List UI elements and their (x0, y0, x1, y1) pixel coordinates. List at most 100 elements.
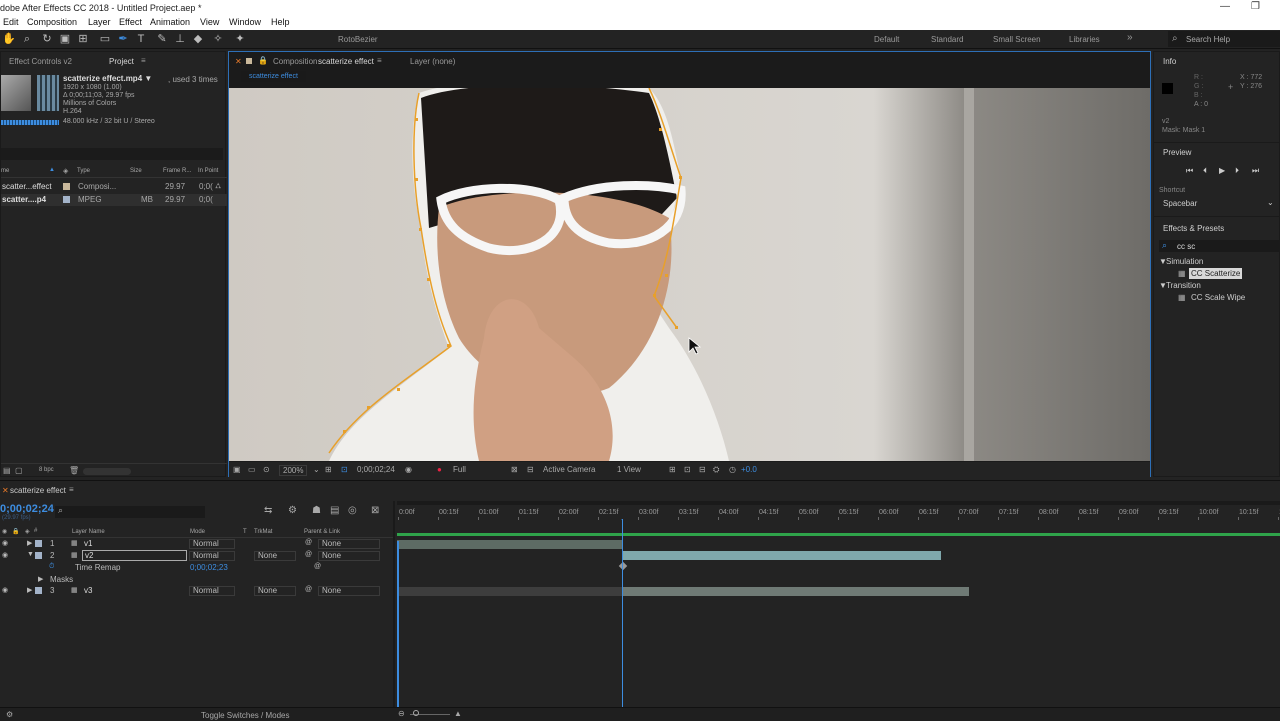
t-header[interactable]: T (243, 529, 247, 535)
pickwhip-icon[interactable]: @ (305, 539, 312, 546)
roto-brush-icon[interactable]: ✧ (211, 32, 225, 46)
safe-zones-icon[interactable]: ⊞ (325, 465, 332, 474)
transparency-grid-icon[interactable]: ⊟ (527, 465, 534, 474)
workspace-small-screen[interactable]: Small Screen (993, 35, 1041, 44)
expand-icon[interactable]: ▶ (38, 575, 43, 583)
column-type[interactable]: Type (77, 168, 90, 174)
clone-stamp-icon[interactable]: ⊥ (173, 32, 187, 46)
camera-icon[interactable]: ▣ (58, 32, 72, 46)
parent-dropdown[interactable]: None (318, 539, 380, 549)
frame-blending-icon[interactable]: ▤ (330, 505, 339, 516)
label-color[interactable] (35, 587, 42, 594)
asset-name[interactable]: scatterize effect.mp4 ▼ (63, 74, 152, 83)
mode-dropdown[interactable]: Normal (189, 551, 235, 561)
label-color[interactable] (63, 196, 70, 203)
3d-view-icon[interactable]: ⊡ (684, 465, 691, 474)
layer-name-header[interactable]: Layer Name (72, 529, 105, 535)
viewer-timecode[interactable]: 0;00;02;24 (357, 465, 395, 474)
region-icon[interactable]: ⊡ (341, 465, 348, 474)
menu-edit[interactable]: Edit (3, 17, 19, 27)
workspace-default[interactable]: Default (874, 35, 899, 44)
prev-frame-icon[interactable]: ⏴ (1203, 166, 1207, 176)
label-icon[interactable]: ◈ (25, 528, 30, 535)
trkmat-header[interactable]: TrkMat (254, 529, 272, 535)
parent-dropdown[interactable]: None (318, 551, 380, 561)
layer-name[interactable]: v2 (82, 550, 187, 561)
tab-layer[interactable]: Layer (none) (410, 57, 455, 66)
effect-cc-scale-wipe[interactable]: CC Scale Wipe (1191, 293, 1245, 302)
rectangle-icon[interactable]: ▭ (98, 32, 112, 46)
layer-bar-v1[interactable] (397, 540, 623, 549)
resolution-dropdown[interactable]: Full (453, 465, 466, 474)
shy-icon[interactable]: ☗ (312, 505, 321, 516)
project-row[interactable]: scatter....p4 MPEG MB 29.97 0;0( (1, 194, 227, 206)
workspace-more[interactable]: » (1127, 32, 1133, 43)
pickwhip-icon[interactable]: @ (305, 551, 312, 558)
views-dropdown[interactable]: 1 View (617, 465, 641, 474)
mode-dropdown[interactable]: Normal (189, 539, 235, 549)
layer-bar-v2[interactable] (623, 551, 941, 560)
lock-icon[interactable]: 🔒 (12, 528, 19, 535)
label-color[interactable] (63, 183, 70, 190)
current-time-indicator[interactable] (622, 519, 623, 707)
mode-dropdown[interactable]: Normal (189, 586, 235, 596)
interpret-footage-icon[interactable]: ▤ (3, 466, 11, 475)
workspace-standard[interactable]: Standard (931, 35, 963, 44)
next-frame-icon[interactable]: ⏵ (1235, 166, 1239, 176)
tab-effect-controls[interactable]: Effect Controls v2 (9, 57, 72, 66)
mask-visibility-icon[interactable]: ⊙ (263, 465, 270, 474)
menu-view[interactable]: View (200, 17, 219, 27)
new-folder-icon[interactable]: ▢ (15, 466, 23, 475)
layer-row[interactable]: ◉ ▼ 2 ▦ v2 Normal None @ None (0, 550, 393, 562)
expand-panes-icon[interactable]: ⚙ (6, 710, 13, 719)
effect-cc-scatterize[interactable]: CC Scatterize (1189, 268, 1243, 279)
toggle-switches-modes[interactable]: Toggle Switches / Modes (201, 711, 290, 720)
camera-dropdown[interactable]: Active Camera (543, 465, 595, 474)
zoom-in-icon[interactable]: ▲ (454, 709, 462, 718)
exposure-value[interactable]: +0.0 (741, 465, 757, 474)
rotate-icon[interactable]: ↻ (40, 32, 54, 46)
minimize-button[interactable]: — (1220, 1, 1230, 12)
menu-layer[interactable]: Layer (88, 17, 111, 27)
layer-row[interactable]: ◉ ▶ 3 ▦ v3 Normal None @ None (0, 585, 393, 597)
timeline-menu-icon[interactable]: ≡ (69, 485, 74, 494)
project-row[interactable]: scatter...effect Composi... 29.97 0;0( ⛼ (1, 181, 227, 193)
snapshot-icon[interactable]: ▣ (233, 465, 241, 474)
menu-animation[interactable]: Animation (150, 17, 190, 27)
layer-bar-v3[interactable] (623, 587, 969, 596)
current-timecode[interactable]: 0;00;02;24 (0, 503, 54, 515)
lock-icon[interactable]: 🔒 (258, 56, 268, 65)
workspace-libraries[interactable]: Libraries (1069, 35, 1100, 44)
sort-icon[interactable]: ▲ (49, 167, 55, 173)
viewer-menu-icon[interactable]: ≡ (377, 56, 382, 65)
render-icon[interactable]: ⊟ (699, 465, 706, 474)
time-remap-value[interactable]: 0;00;02;23 (190, 563, 228, 572)
draft-3d-icon[interactable]: ⚙ (288, 505, 297, 516)
timeline-search-input[interactable]: ⌕ (55, 505, 205, 518)
eye-icon[interactable]: ◉ (2, 528, 7, 535)
project-menu-icon[interactable]: ≡ (141, 56, 146, 65)
hand-icon[interactable]: ✋ (2, 32, 16, 46)
pickwhip-icon[interactable]: @ (305, 586, 312, 593)
effect-group-transition[interactable]: Transition (1166, 281, 1201, 290)
first-frame-icon[interactable]: ⏮ (1186, 166, 1193, 176)
last-frame-icon[interactable]: ⏭ (1252, 166, 1259, 176)
close-tab-icon[interactable]: ✕ (235, 57, 242, 66)
close-tab-icon[interactable]: ✕ (2, 486, 9, 495)
comp-mini-flowchart-icon[interactable]: ⇆ (264, 505, 272, 516)
timeline-tab[interactable]: scatterize effect (10, 486, 66, 495)
expression-pickwhip-icon[interactable]: @ (314, 563, 321, 570)
zoom-icon[interactable]: ⌕ (20, 32, 34, 46)
time-ruler[interactable]: 0:00f 00:15f 01:00f 01:15f 02:00f 02:15f 03:00… (395, 505, 1280, 520)
label-color[interactable] (35, 540, 42, 547)
info-panel-title[interactable]: Info (1163, 57, 1176, 66)
zoom-slider-handle[interactable] (413, 710, 419, 716)
flowchart-icon[interactable]: ⛼ (215, 181, 221, 191)
camera-snapshot-icon[interactable]: ◉ (405, 465, 412, 474)
tab-project[interactable]: Project (109, 57, 134, 66)
pan-behind-icon[interactable]: ⊞ (76, 32, 90, 46)
effect-group-simulation[interactable]: Simulation (1166, 257, 1203, 266)
delete-icon[interactable]: 🗑 (69, 466, 79, 475)
effects-presets-title[interactable]: Effects & Presets (1163, 224, 1224, 233)
layer-row[interactable]: ◉ ▶ 1 ▦ v1 Normal @ None (0, 538, 393, 550)
